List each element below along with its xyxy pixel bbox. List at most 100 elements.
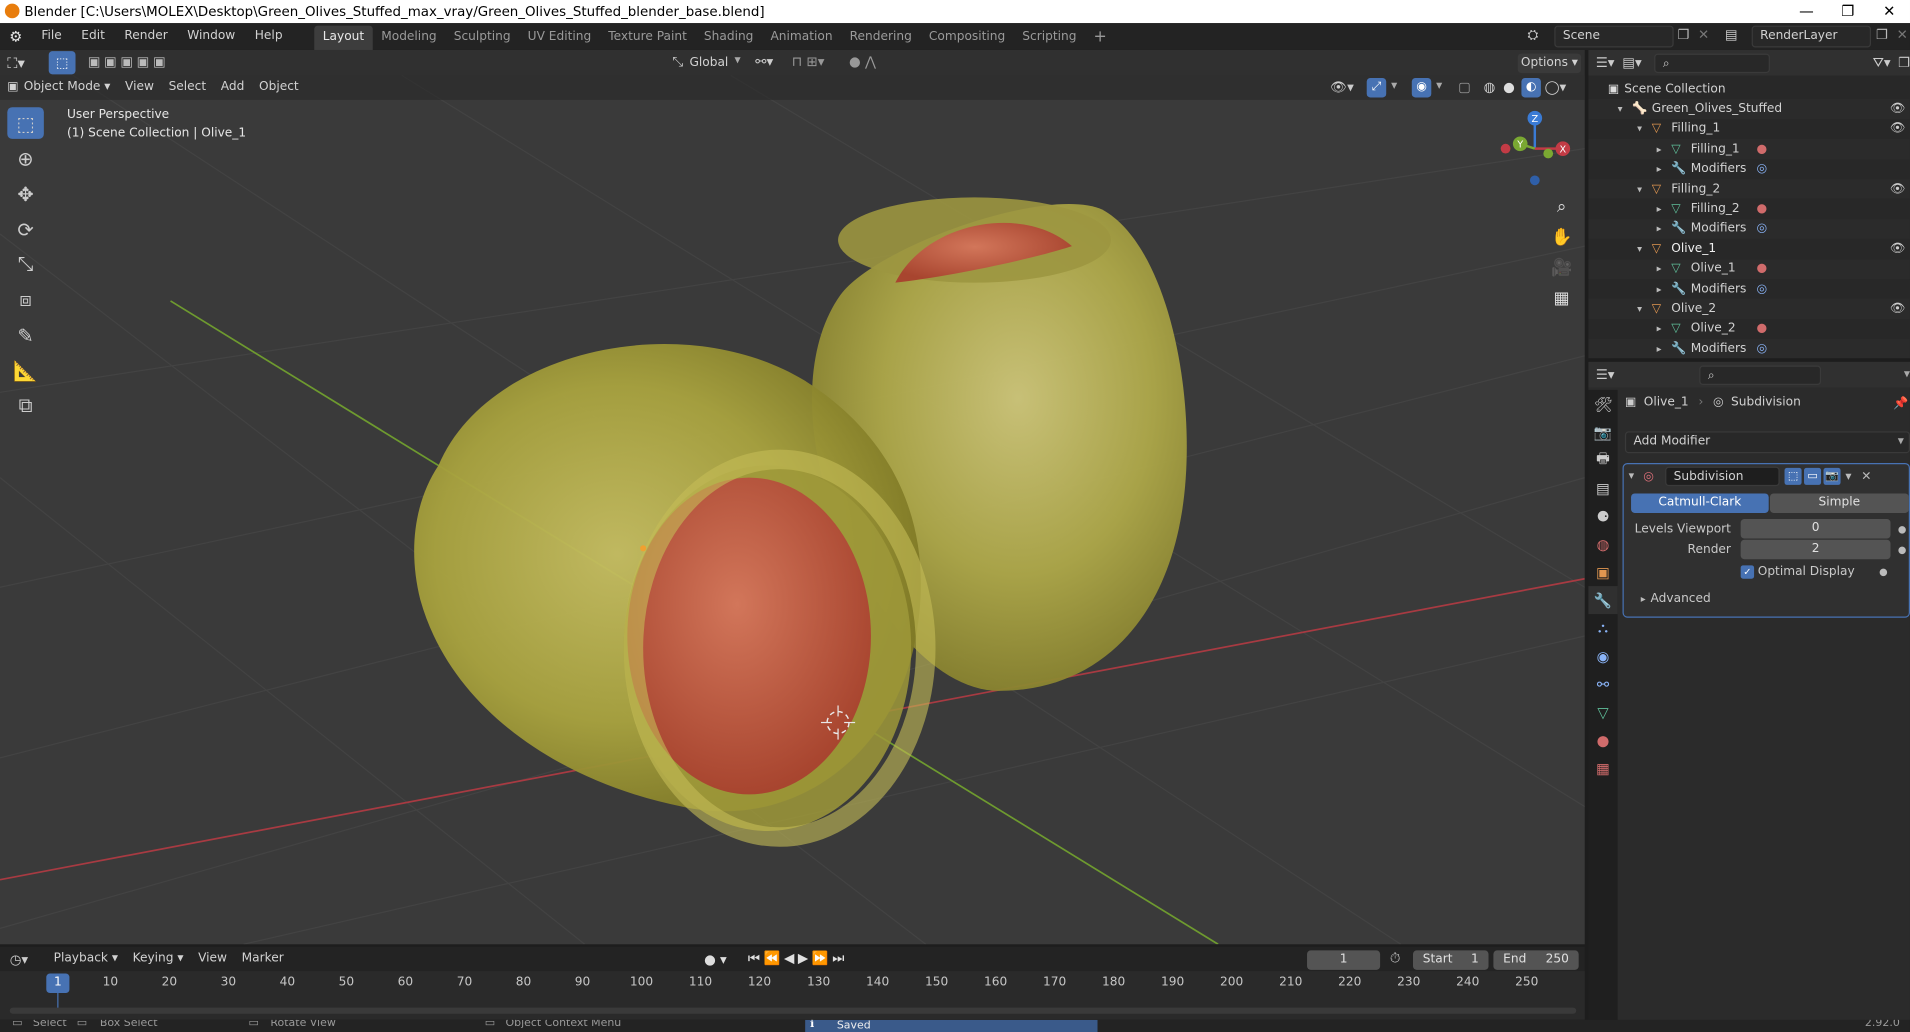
menu-help[interactable]: Help (245, 23, 292, 50)
menu-select[interactable]: Select (161, 76, 213, 100)
collapse-arrow-icon[interactable]: ▾ (1629, 470, 1644, 482)
shading-wireframe-icon[interactable]: ◍ (1484, 79, 1496, 95)
scale-tool-icon[interactable]: ⤡ (7, 249, 44, 281)
object-tab-icon[interactable]: ▣ (1588, 558, 1617, 586)
menu-window[interactable]: Window (178, 23, 246, 50)
tab-uv-editing[interactable]: UV Editing (519, 25, 600, 49)
tab-animation[interactable]: Animation (762, 25, 841, 49)
new-collection-icon[interactable]: ❐ (1898, 55, 1910, 71)
snap-icon[interactable]: ⊓ ⊞▾ (792, 54, 825, 70)
add-cube-tool-icon[interactable]: ⧉ (7, 390, 44, 422)
close-button[interactable]: ✕ (1869, 0, 1910, 23)
outliner-item[interactable]: ▾ ▽ Olive_1 👁 (1588, 239, 1910, 259)
transform-tool-icon[interactable]: ⧈ (7, 284, 44, 316)
keyframe-dot-icon[interactable]: ● (1898, 544, 1907, 555)
xray-toggle-icon[interactable]: ▢ (1458, 79, 1471, 95)
blender-menu-icon[interactable]: ⚙ (0, 28, 32, 45)
expanded-arrow-icon[interactable]: ▾ (1637, 303, 1652, 314)
move-tool-icon[interactable]: ✥ (7, 178, 44, 210)
options-dropdown[interactable]: Options ▾ (1517, 53, 1582, 74)
camera-view-icon[interactable]: 🎥 (1547, 253, 1576, 282)
keyframe-dot-icon[interactable]: ● (1879, 567, 1888, 578)
collapsed-arrow-icon[interactable]: ▸ (1657, 144, 1672, 155)
edit-mode-toggle-icon[interactable]: ⬚ (1784, 467, 1802, 485)
outliner-search-input[interactable]: ⌕ (1654, 53, 1771, 73)
expand-arrow-icon[interactable]: ▸ (1641, 593, 1646, 604)
view-layer-icon[interactable]: ▤ (1725, 27, 1738, 43)
properties-editor-type-icon[interactable]: ☰▾ (1596, 367, 1627, 383)
render-tab-icon[interactable]: 📷 (1588, 418, 1617, 446)
menu-edit[interactable]: Edit (72, 23, 115, 50)
optimal-display-checkbox[interactable]: ✓ (1740, 565, 1755, 579)
expanded-arrow-icon[interactable]: ▾ (1637, 124, 1652, 135)
rotate-tool-icon[interactable]: ⟳ (7, 213, 44, 245)
modifier-badge-icon[interactable]: ◎ (1757, 342, 1768, 355)
outliner-item[interactable]: ▾ ▽ Filling_2 👁 (1588, 179, 1910, 200)
new-scene-icon[interactable]: ❐ (1677, 27, 1689, 43)
catmull-clark-button[interactable]: Catmull-Clark (1631, 493, 1769, 513)
simple-button[interactable]: Simple (1769, 493, 1909, 513)
editor-type-icon[interactable]: ⛶▾ (0, 51, 32, 75)
object-mode-dropdown[interactable]: Object Mode ▾ (21, 76, 117, 100)
orientation-dropdown[interactable]: Global (689, 52, 728, 74)
particles-tab-icon[interactable]: ⛬ (1588, 614, 1617, 642)
render-layer-selector[interactable]: RenderLayer (1751, 25, 1872, 48)
expanded-arrow-icon[interactable]: ▾ (1618, 104, 1633, 115)
scene-browse-icon[interactable]: ⛭ (1528, 27, 1539, 44)
navigation-gizmo[interactable]: Z X Y (1493, 107, 1578, 192)
tab-modeling[interactable]: Modeling (373, 25, 445, 49)
modifier-name-field[interactable]: Subdivision (1665, 466, 1780, 487)
properties-search-input[interactable]: ⌕ (1699, 364, 1822, 385)
data-tab-icon[interactable]: ▽ (1588, 698, 1617, 726)
select-mode-box[interactable]: ⬚ (48, 51, 76, 75)
selection-mode-icons[interactable]: ▣▣▣▣▣ (88, 54, 170, 70)
chevron-down-icon[interactable]: ▾ (1845, 470, 1851, 483)
constraints-tab-icon[interactable]: ⚯ (1588, 670, 1617, 698)
cursor-tool-icon[interactable]: ⊕ (7, 143, 44, 175)
texture-tab-icon[interactable]: ▦ (1588, 754, 1617, 782)
view-layer-tab-icon[interactable]: ▤ (1588, 474, 1617, 502)
perspective-grid-icon[interactable]: ▦ (1547, 284, 1576, 313)
modifier-badge-icon[interactable]: ◎ (1757, 162, 1768, 175)
timeline-scrollbar[interactable] (9, 1007, 1577, 1014)
outliner-item[interactable]: ▸ 🔧 Modifiers ◎ (1588, 338, 1910, 359)
world-tab-icon[interactable]: ◍ (1588, 530, 1617, 558)
shading-solid-icon[interactable]: ● (1503, 79, 1515, 95)
outliner-root[interactable]: ▣ Scene Collection (1588, 79, 1910, 99)
viewport-toggle-icon[interactable]: ▭ (1804, 467, 1822, 485)
shading-material-icon[interactable]: ◐ (1521, 77, 1541, 98)
visibility-eye-icon[interactable]: 👁 (1890, 302, 1905, 315)
menu-file[interactable]: File (32, 23, 72, 50)
expanded-arrow-icon[interactable]: ▾ (1637, 184, 1652, 195)
pin-icon[interactable]: 📌 (1893, 397, 1908, 410)
overlays-toggle-icon[interactable]: ◉ (1411, 77, 1432, 98)
add-modifier-dropdown[interactable]: Add Modifier ▾ (1624, 431, 1910, 454)
viewport-scene[interactable] (0, 75, 1585, 945)
remove-scene-icon[interactable]: ✕ (1698, 27, 1709, 43)
restore-button[interactable]: ❐ (1827, 0, 1868, 23)
visibility-eye-icon[interactable]: 👁 (1890, 102, 1905, 115)
tab-sculpting[interactable]: Sculpting (445, 25, 519, 49)
material-badge-icon[interactable]: ● (1757, 262, 1768, 275)
material-tab-icon[interactable]: ● (1588, 726, 1617, 754)
output-tab-icon[interactable]: 🖶 (1588, 446, 1617, 474)
outliner-editor-type-icon[interactable]: ☰▾ (1596, 55, 1623, 71)
tab-texture-paint[interactable]: Texture Paint (600, 25, 696, 49)
chevron-down-icon[interactable]: ▾ (1904, 368, 1910, 381)
modifier-badge-icon[interactable]: ◎ (1757, 222, 1768, 235)
tool-tab-icon[interactable]: 🛠 (1588, 390, 1617, 418)
menu-view[interactable]: View (118, 76, 162, 100)
outliner-item[interactable]: ▸ 🔧 Modifiers ◎ (1588, 159, 1910, 179)
outliner-item[interactable]: ▸ ▽ Olive_2 ● (1588, 319, 1910, 339)
display-mode-icon[interactable]: ▤▾ (1622, 55, 1647, 71)
outliner-item[interactable]: ▸ 🔧 Modifiers ◎ (1588, 218, 1910, 239)
render-levels-field[interactable]: 2 (1740, 539, 1891, 560)
minimize-button[interactable]: — (1786, 0, 1827, 23)
collapsed-arrow-icon[interactable]: ▸ (1657, 323, 1672, 334)
proportional-editing-icon[interactable]: ● ⋀ (849, 54, 876, 70)
collapsed-arrow-icon[interactable]: ▸ (1657, 283, 1672, 294)
menu-object[interactable]: Object (252, 76, 306, 100)
outliner-item[interactable]: ▾ ▽ Olive_2 👁 (1588, 298, 1910, 319)
3d-viewport[interactable]: User Perspective (1) Scene Collection | … (0, 75, 1585, 945)
collapsed-arrow-icon[interactable]: ▸ (1657, 343, 1672, 354)
